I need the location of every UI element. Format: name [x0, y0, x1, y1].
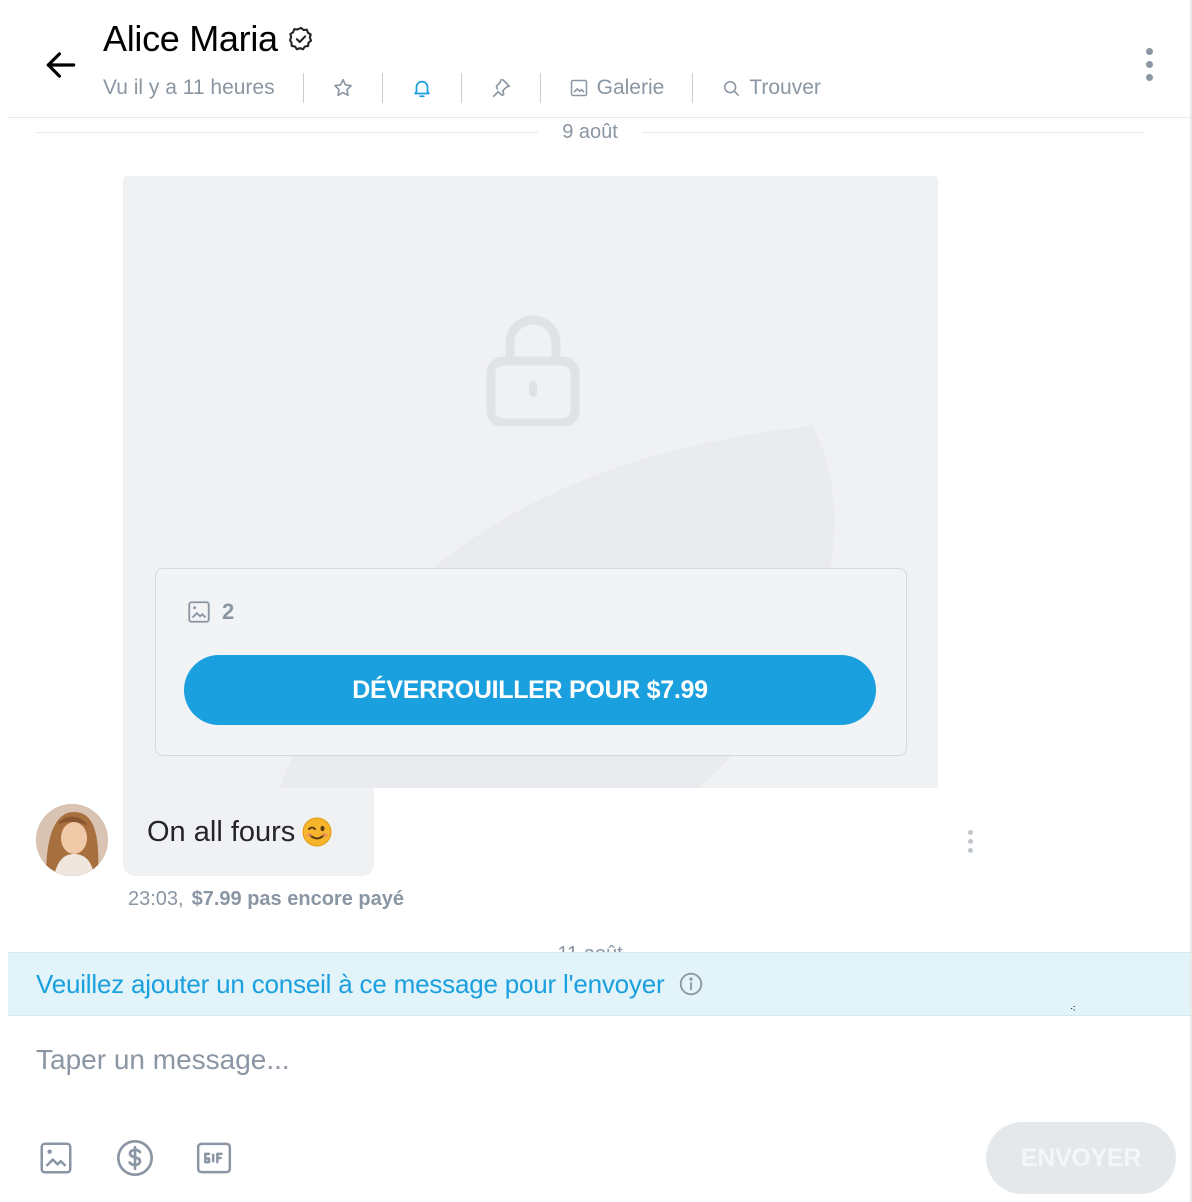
gallery-label: Galerie: [596, 76, 665, 99]
media-count-value: 2: [222, 599, 235, 624]
pin-icon: [492, 78, 510, 98]
message-bubble[interactable]: On all fours: [123, 788, 374, 876]
cursor-icon: ⁖: [1070, 1004, 1076, 1015]
verified-badge-icon: [286, 24, 316, 54]
dollar-icon: [117, 1140, 153, 1176]
divider: [641, 131, 1145, 133]
kebab-dot: [1145, 60, 1153, 68]
price-status: $7.99 pas encore payé: [191, 888, 404, 910]
tip-required-notice: Veuillez ajouter un conseil à ce message…: [8, 952, 1192, 1016]
winking-face-emoji-icon: [302, 817, 332, 847]
media-count: 2: [186, 599, 234, 625]
favorite-button[interactable]: [304, 72, 382, 104]
kebab-dot: [967, 829, 973, 835]
search-icon: [724, 80, 740, 96]
pin-button[interactable]: [462, 72, 540, 104]
unlock-panel: 2 DÉVERROUILLER POUR $7.99: [155, 568, 907, 756]
search-link[interactable]: Trouver: [693, 72, 849, 104]
search-label: Trouver: [749, 76, 821, 99]
star-icon: [333, 78, 352, 97]
chat-subnav: Vu il y a 11 heures Galerie Trouver: [103, 72, 849, 104]
image-icon: [570, 79, 587, 97]
last-seen-status: Vu il y a 11 heures: [103, 76, 275, 99]
back-button[interactable]: [38, 42, 84, 88]
message-time: 23:03,: [128, 888, 184, 910]
date-label: 9 août: [562, 120, 618, 143]
unlock-button[interactable]: DÉVERROUILLER POUR $7.99: [184, 655, 876, 725]
avatar-image: [36, 804, 108, 876]
arrow-left-icon: [46, 52, 76, 78]
kebab-dot: [1145, 47, 1153, 55]
send-button[interactable]: ENVOYER: [986, 1122, 1176, 1194]
message-input[interactable]: [36, 1032, 1136, 1088]
gallery-link[interactable]: Galerie: [541, 72, 693, 104]
notice-text: Veuillez ajouter un conseil à ce message…: [36, 968, 665, 999]
divider: [36, 131, 539, 133]
image-icon: [188, 601, 210, 623]
image-icon: [40, 1142, 72, 1174]
message-meta: 23:03, $7.99 pas encore payé: [128, 888, 404, 911]
notifications-button[interactable]: [383, 72, 461, 104]
message-text: On all fours: [147, 815, 296, 848]
lock-icon: [486, 315, 580, 426]
gif-button[interactable]: [194, 1138, 234, 1178]
locked-media-preview[interactable]: 2 DÉVERROUILLER POUR $7.99: [123, 176, 938, 788]
gif-icon: [196, 1142, 232, 1174]
info-icon[interactable]: [678, 971, 704, 997]
title-row: Alice Maria: [103, 18, 316, 60]
kebab-dot: [967, 847, 973, 853]
attach-media-button[interactable]: [36, 1138, 76, 1178]
chat-header: Alice Maria Vu il y a 11 heures Galerie …: [8, 8, 1192, 118]
message-options-button[interactable]: [962, 826, 978, 856]
chat-page: Alice Maria Vu il y a 11 heures Galerie …: [8, 8, 1192, 1202]
set-price-button[interactable]: [115, 1138, 155, 1178]
bell-icon: [413, 80, 430, 98]
date-separator: 9 août: [36, 118, 1145, 146]
more-options-button[interactable]: [1134, 42, 1164, 86]
kebab-dot: [967, 838, 973, 844]
avatar[interactable]: [36, 804, 108, 876]
chat-title[interactable]: Alice Maria: [103, 18, 278, 60]
kebab-dot: [1145, 73, 1153, 81]
